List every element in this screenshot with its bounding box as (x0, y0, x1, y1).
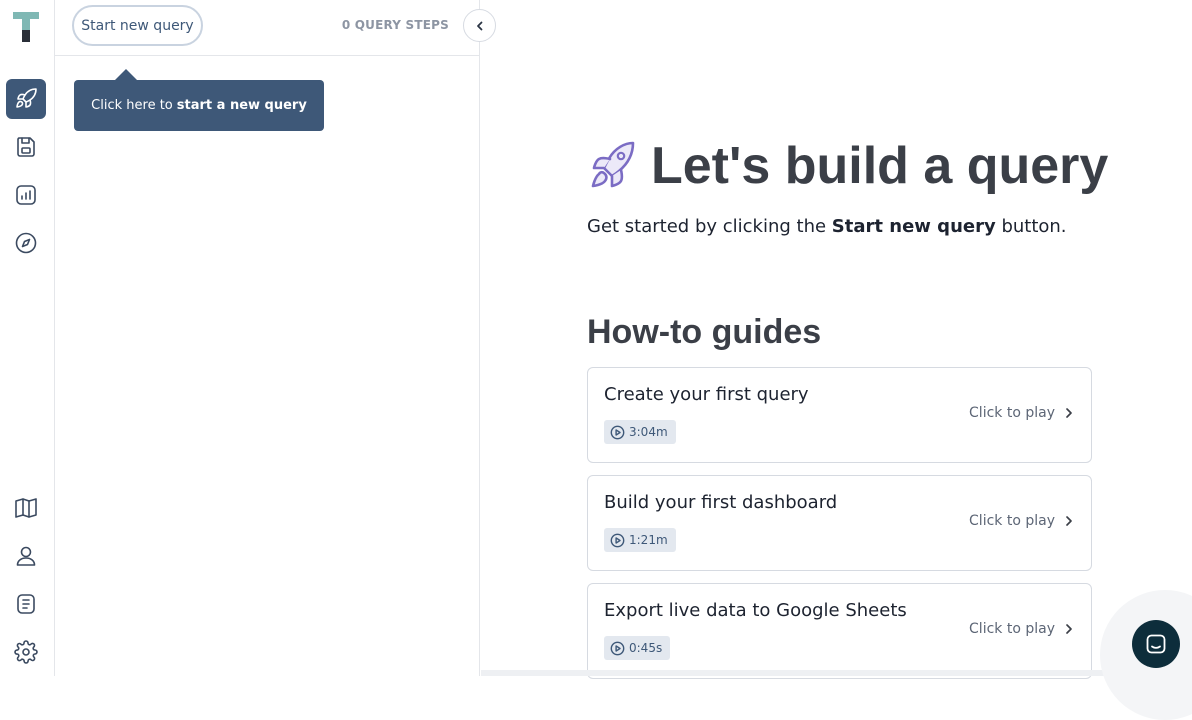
horizontal-scrollbar[interactable] (481, 670, 1192, 676)
play-action[interactable]: Click to play (969, 405, 1073, 421)
rail-saved-button[interactable] (6, 127, 46, 167)
compass-icon (15, 232, 37, 254)
play-label: Click to play (969, 513, 1055, 529)
chevron-right-icon (1066, 624, 1072, 634)
guide-card[interactable]: Create your first query 3:04m Click to p… (587, 367, 1092, 463)
collapse-panel-button[interactable] (463, 9, 496, 42)
play-label: Click to play (969, 621, 1055, 637)
guide-title: Build your first dashboard (604, 492, 838, 513)
start-new-query-button[interactable]: Start new query (72, 5, 203, 46)
hero-heading: Let's build a query (587, 136, 1108, 196)
rail-notes-button[interactable] (6, 584, 46, 624)
rocket-illustration-icon (591, 141, 635, 188)
duration-text: 0:45s (629, 641, 663, 655)
play-circle-icon (610, 425, 625, 439)
duration-text: 1:21m (629, 533, 668, 547)
tooltip-bold-text: start a new query (176, 98, 307, 113)
duration-text: 3:04m (629, 425, 668, 439)
duration-badge: 0:45s (604, 636, 671, 660)
play-action[interactable]: Click to play (969, 513, 1073, 529)
rail-queries-button[interactable] (6, 79, 46, 119)
query-steps-count: 0 QUERY STEPS (341, 18, 449, 32)
chat-launcher-button[interactable] (1132, 620, 1180, 668)
hero-subtitle: Get started by clicking the Start new qu… (587, 216, 1067, 237)
panel-header: Start new query 0 QUERY STEPS (55, 0, 480, 56)
start-query-tooltip: Click here to start a new query (74, 69, 324, 131)
guide-card[interactable]: Build your first dashboard 1:21m Click t… (587, 475, 1092, 571)
rail-account-button[interactable] (6, 536, 46, 576)
play-circle-icon (610, 533, 625, 547)
guide-card[interactable]: Export live data to Google Sheets 0:45s … (587, 583, 1092, 679)
hero-subtitle-prefix: Get started by clicking the (587, 216, 827, 237)
play-circle-icon (610, 641, 625, 655)
play-label: Click to play (969, 405, 1055, 421)
rail-docs-button[interactable] (6, 488, 46, 528)
book-icon (15, 498, 37, 518)
hero-title: Let's build a query (651, 137, 1109, 195)
chat-icon (1146, 634, 1166, 654)
hero-subtitle-suffix: button. (1001, 216, 1067, 237)
user-icon (16, 546, 36, 566)
tooltip-text: Click here to (91, 98, 173, 113)
gear-icon (14, 640, 38, 664)
document-icon (17, 594, 35, 614)
hero-subtitle-bold: Start new query (831, 216, 996, 237)
main-content: Let's build a query Get started by click… (481, 0, 1192, 679)
guides-title: How-to guides (587, 313, 822, 351)
duration-badge: 3:04m (604, 420, 676, 444)
play-action[interactable]: Click to play (969, 621, 1073, 637)
chevron-right-icon (1066, 516, 1072, 526)
save-icon (17, 137, 35, 157)
rocket-icon (16, 88, 37, 108)
rail-explore-button[interactable] (6, 223, 46, 263)
icon-rail (0, 0, 55, 676)
guide-title: Create your first query (604, 384, 809, 405)
rail-reports-button[interactable] (6, 175, 46, 215)
report-icon (16, 185, 36, 205)
guide-title: Export live data to Google Sheets (604, 600, 907, 621)
chevron-right-icon (1066, 408, 1072, 418)
chevron-left-icon (476, 21, 482, 30)
app-logo[interactable] (13, 12, 39, 42)
rail-settings-button[interactable] (6, 632, 46, 672)
duration-badge: 1:21m (604, 528, 676, 552)
